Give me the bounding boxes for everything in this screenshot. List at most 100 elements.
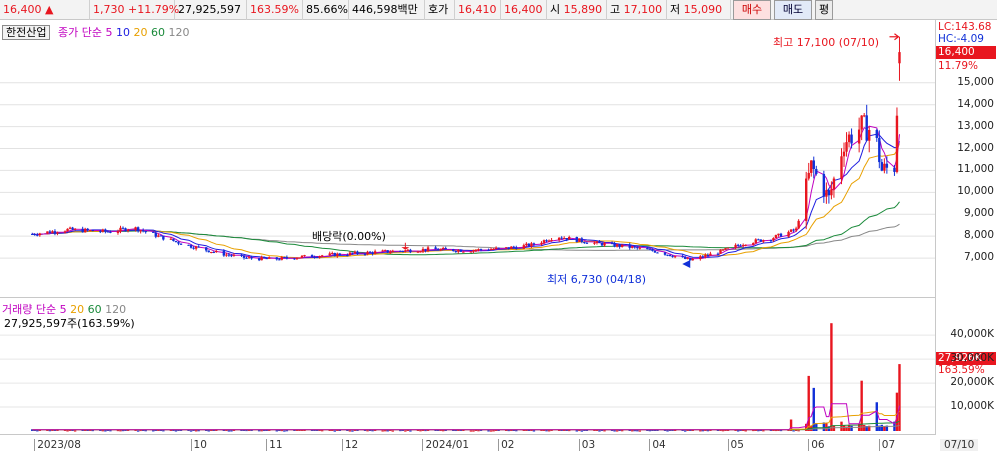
candle-body — [772, 238, 775, 241]
stock-name-box[interactable]: 한전산업 — [2, 25, 51, 40]
candle-body — [99, 231, 102, 233]
volume-bar — [830, 323, 833, 431]
volume-bar — [257, 430, 261, 432]
candle-body — [744, 244, 747, 246]
candle-body — [699, 256, 702, 260]
candle-body — [197, 246, 200, 248]
volume-bar — [807, 375, 810, 431]
volume-bar — [862, 424, 866, 431]
candle-body — [868, 129, 871, 141]
candle-body — [721, 249, 725, 251]
candle-body — [192, 247, 195, 249]
candle-body — [683, 257, 687, 259]
candle-body — [716, 253, 720, 255]
volume-bar — [757, 430, 760, 432]
candle-body — [172, 238, 175, 241]
candle-body — [515, 247, 518, 249]
candle-body — [600, 242, 604, 246]
average-button[interactable]: 평 — [815, 0, 833, 20]
candle-body — [759, 239, 763, 242]
volume-chart-canvas[interactable] — [0, 298, 935, 435]
candle-body — [63, 231, 67, 233]
volume-bar — [736, 430, 740, 432]
candle-body — [847, 134, 851, 143]
candle-body — [560, 237, 563, 239]
candle-body — [540, 242, 543, 245]
volume-bar — [883, 426, 886, 431]
candle-body — [610, 243, 614, 245]
volume-bar — [136, 430, 140, 432]
candle-body — [68, 227, 72, 229]
candle-body — [568, 236, 571, 240]
price-change: 1,730 +11.79% — [90, 0, 179, 20]
buy-button[interactable]: 매수 — [733, 0, 771, 20]
candle-body — [752, 242, 755, 245]
vol-ma60-line — [32, 420, 900, 431]
low-marker-arrow — [682, 260, 691, 269]
volume-bar — [721, 430, 725, 432]
candle-body — [578, 238, 581, 242]
low-annotation: 최저 6,730 (04/18) — [547, 273, 647, 286]
candle-body — [724, 248, 727, 250]
candle-body — [736, 244, 740, 246]
candle-body — [426, 247, 430, 251]
candle-body — [240, 254, 243, 256]
candle-body — [628, 244, 631, 248]
candle-body — [333, 253, 336, 257]
candle-body — [522, 245, 526, 249]
price-axis: LC:143.68 HC:-4.09 16,400 11.79% 7,000 8,… — [935, 20, 997, 298]
candle-body — [401, 250, 405, 252]
candle-body — [409, 249, 412, 253]
candle-body — [779, 233, 783, 237]
price-chart-canvas[interactable] — [0, 20, 935, 298]
price-legend: 한전산업 종가 단순 5 10 20 60 120 — [2, 24, 189, 40]
candle-body — [774, 235, 778, 239]
candle-body — [706, 254, 710, 256]
candle-body — [371, 252, 374, 254]
volume-bar — [636, 430, 639, 432]
candle-body — [815, 169, 818, 174]
candle-body — [557, 237, 561, 240]
volume-chart-panel[interactable]: 거래량 단순 5 20 60 120 27,925,597주(163.59%) — [0, 298, 935, 435]
candle-body — [242, 255, 246, 258]
candle-body — [73, 228, 77, 230]
candle-body — [583, 241, 586, 243]
legend-ma120: 120 — [168, 26, 190, 39]
trade-value: 446,598백만 — [349, 0, 425, 20]
volume-readout: 27,925,597주(163.59%) — [4, 317, 135, 330]
last-pct-tag: 11.79% — [938, 60, 979, 72]
candle-body — [169, 238, 173, 240]
candle-body — [210, 251, 213, 253]
candle-body — [441, 248, 445, 250]
candle-body — [215, 250, 218, 253]
sell-button[interactable]: 매도 — [774, 0, 812, 20]
volume-bar — [701, 430, 705, 432]
volume-bar — [333, 430, 336, 432]
candle-body — [320, 255, 324, 257]
candle-body — [769, 240, 773, 242]
candle-body — [285, 257, 289, 259]
candle-body — [754, 239, 757, 243]
candle-body — [439, 249, 442, 251]
candle-body — [81, 228, 84, 233]
candle-body — [595, 241, 599, 243]
candle-body — [832, 178, 836, 190]
turnover-rate: 85.66% — [303, 0, 349, 20]
candle-body — [860, 115, 863, 130]
volume-bar — [66, 430, 69, 432]
volume-ratio: 163.59% — [247, 0, 303, 20]
candle-body — [250, 257, 253, 259]
candle-body — [383, 250, 387, 252]
price-chart-panel[interactable]: 한전산업 종가 단순 5 10 20 60 120 최고 17,100 (07/… — [0, 20, 935, 298]
candle-body — [651, 249, 654, 251]
volume-bar — [386, 430, 389, 432]
candle-body — [709, 253, 712, 256]
candle-body — [91, 230, 94, 232]
volume-bar — [489, 430, 493, 432]
date-tick: 05 — [727, 439, 744, 451]
legend-ma10: 10 — [115, 26, 130, 39]
candle-body — [381, 250, 384, 252]
volume-bar — [613, 430, 616, 432]
date-tick: 03 — [578, 439, 595, 451]
volume-bar — [472, 430, 475, 432]
